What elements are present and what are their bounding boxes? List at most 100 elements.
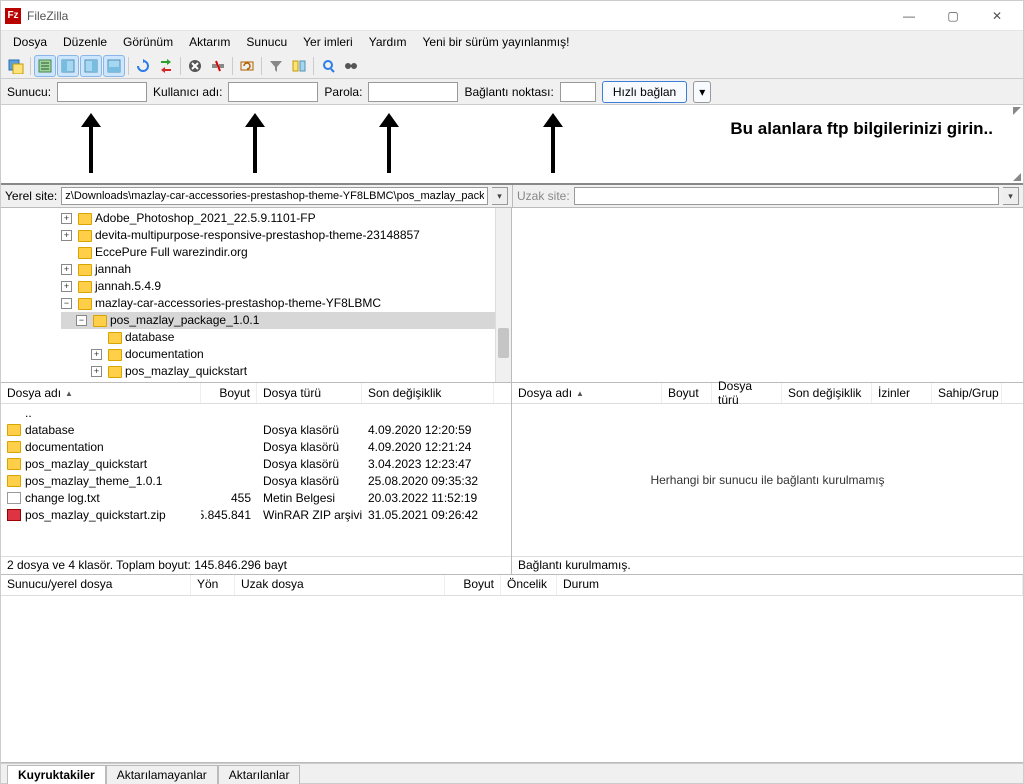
col-name[interactable]: Dosya adı▲ (512, 383, 662, 403)
annotation-arrow (81, 113, 101, 173)
tab-failed[interactable]: Aktarılamayanlar (106, 765, 218, 784)
local-site-dropdown[interactable]: ▾ (492, 187, 508, 205)
expand-icon[interactable]: + (91, 349, 102, 360)
tree-item[interactable]: +pos_mazlay_theme_1.0.1 (61, 380, 511, 382)
menu-bookmarks[interactable]: Yer imleri (295, 32, 361, 52)
maximize-button[interactable]: ▢ (931, 2, 975, 30)
user-input[interactable] (228, 82, 318, 102)
col-permissions[interactable]: İzinler (872, 383, 932, 403)
collapse-icon[interactable]: − (76, 315, 87, 326)
folder-icon (78, 230, 92, 242)
tab-queued[interactable]: Kuyruktakiler (7, 765, 106, 784)
tree-item-label: jannah (95, 261, 131, 278)
qcol-remote[interactable]: Uzak dosya (235, 575, 445, 595)
col-size[interactable]: Boyut (662, 383, 712, 403)
tree-item[interactable]: + devita-multipurpose-responsive-prestash… (61, 227, 511, 244)
menu-server[interactable]: Sunucu (238, 32, 295, 52)
collapse-icon[interactable]: − (61, 298, 72, 309)
list-item[interactable]: pos_mazlay_quickstartDosya klasörü3.04.2… (1, 455, 511, 472)
compare-icon[interactable] (288, 55, 310, 77)
quickconnect-dropdown[interactable]: ▾ (693, 81, 711, 103)
pass-input[interactable] (368, 82, 458, 102)
tree-item[interactable]: + documentation (61, 346, 511, 363)
qcol-dir[interactable]: Yön (191, 575, 235, 595)
qcol-status[interactable]: Durum (557, 575, 1023, 595)
expand-icon[interactable]: + (61, 264, 72, 275)
tree-item-label: devita-multipurpose-responsive-prestasho… (95, 227, 420, 244)
menu-transfer[interactable]: Aktarım (181, 32, 238, 52)
qcol-priority[interactable]: Öncelik (501, 575, 557, 595)
cancel-icon[interactable] (184, 55, 206, 77)
queue-pane[interactable]: Sunucu/yerel dosya Yön Uzak dosya Boyut … (1, 575, 1023, 763)
expand-icon[interactable]: + (61, 213, 72, 224)
site-manager-icon[interactable] (5, 55, 27, 77)
annotation-arrow (379, 113, 399, 173)
sync-browse-icon[interactable] (317, 55, 339, 77)
refresh-icon[interactable] (132, 55, 154, 77)
file-name: pos_mazlay_quickstart.zip (25, 508, 166, 522)
menu-file[interactable]: Dosya (5, 32, 55, 52)
col-type[interactable]: Dosya türü (257, 383, 362, 403)
toggle-local-tree-icon[interactable] (57, 55, 79, 77)
list-item[interactable]: .. (1, 404, 511, 421)
remote-list-pane[interactable]: Dosya adı▲ Boyut Dosya türü Son değişikl… (512, 383, 1023, 574)
file-size: 145.845.841 (201, 508, 257, 522)
col-type[interactable]: Dosya türü (712, 383, 782, 403)
tree-item[interactable]: +pos_mazlay_quickstart (61, 363, 511, 380)
scrollbar[interactable] (495, 208, 511, 382)
remote-site-dropdown[interactable]: ▾ (1003, 187, 1019, 205)
message-log-pane: Bu alanlara ftp bilgilerinizi girin.. (1, 105, 1023, 185)
col-owner[interactable]: Sahip/Grup (932, 383, 1002, 403)
expand-icon[interactable]: + (61, 230, 72, 241)
tree-item[interactable]: +jannah.5.4.9 (61, 278, 511, 295)
reconnect-icon[interactable] (236, 55, 258, 77)
folder-icon (78, 213, 92, 225)
qcol-size[interactable]: Boyut (445, 575, 501, 595)
menu-help[interactable]: Yardım (361, 32, 415, 52)
menu-edit[interactable]: Düzenle (55, 32, 115, 52)
tree-item[interactable]: database (61, 329, 511, 346)
close-button[interactable]: ✕ (975, 2, 1019, 30)
tab-successful[interactable]: Aktarılanlar (218, 765, 301, 784)
remote-list-header[interactable]: Dosya adı▲ Boyut Dosya türü Son değişikl… (512, 383, 1023, 404)
local-site-input[interactable] (61, 187, 488, 205)
local-tree-pane[interactable]: +Adobe_Photoshop_2021_22.5.9.1101-FP+dev… (1, 208, 512, 382)
list-item[interactable]: pos_mazlay_theme_1.0.1Dosya klasörü25.08… (1, 472, 511, 489)
process-queue-icon[interactable] (155, 55, 177, 77)
list-item[interactable]: pos_mazlay_quickstart.zip145.845.841WinR… (1, 506, 511, 523)
tree-item[interactable]: + jannah (61, 261, 511, 278)
file-name: change log.txt (25, 491, 100, 505)
menu-update[interactable]: Yeni bir sürüm yayınlanmış! (415, 32, 578, 52)
remote-site-input[interactable] (574, 187, 999, 205)
local-list-pane[interactable]: Dosya adı▲ Boyut Dosya türü Son değişikl… (1, 383, 512, 574)
toggle-queue-icon[interactable] (103, 55, 125, 77)
qcol-file[interactable]: Sunucu/yerel dosya (1, 575, 191, 595)
remote-tree-pane[interactable] (512, 208, 1023, 382)
expand-icon[interactable]: + (91, 366, 102, 377)
toggle-log-icon[interactable] (34, 55, 56, 77)
find-icon[interactable] (340, 55, 362, 77)
col-modified[interactable]: Son değişiklik (362, 383, 494, 403)
col-name[interactable]: Dosya adı▲ (1, 383, 201, 403)
tree-item[interactable]: +Adobe_Photoshop_2021_22.5.9.1101-FP (61, 210, 511, 227)
tree-item[interactable]: −pos_mazlay_package_1.0.1 (61, 312, 511, 329)
tree-item[interactable]: EccePure Full warezindir.org (61, 244, 511, 261)
host-input[interactable] (57, 82, 147, 102)
minimize-button[interactable]: — (887, 2, 931, 30)
list-item[interactable]: documentationDosya klasörü4.09.2020 12:2… (1, 438, 511, 455)
quickconnect-button[interactable]: Hızlı bağlan (602, 81, 687, 103)
toggle-remote-tree-icon[interactable] (80, 55, 102, 77)
col-modified[interactable]: Son değişiklik (782, 383, 872, 403)
local-list-header[interactable]: Dosya adı▲ Boyut Dosya türü Son değişikl… (1, 383, 511, 404)
tree-item[interactable]: −mazlay-car-accessories-prestashop-theme… (61, 295, 511, 312)
filter-icon[interactable] (265, 55, 287, 77)
queue-header[interactable]: Sunucu/yerel dosya Yön Uzak dosya Boyut … (1, 575, 1023, 596)
list-item[interactable]: databaseDosya klasörü4.09.2020 12:20:59 (1, 421, 511, 438)
expand-icon[interactable]: + (61, 281, 72, 292)
tree-item-label: documentation (125, 346, 204, 363)
menu-view[interactable]: Görünüm (115, 32, 181, 52)
disconnect-icon[interactable] (207, 55, 229, 77)
list-item[interactable]: change log.txt455Metin Belgesi20.03.2022… (1, 489, 511, 506)
port-input[interactable] (560, 82, 596, 102)
col-size[interactable]: Boyut (201, 383, 257, 403)
